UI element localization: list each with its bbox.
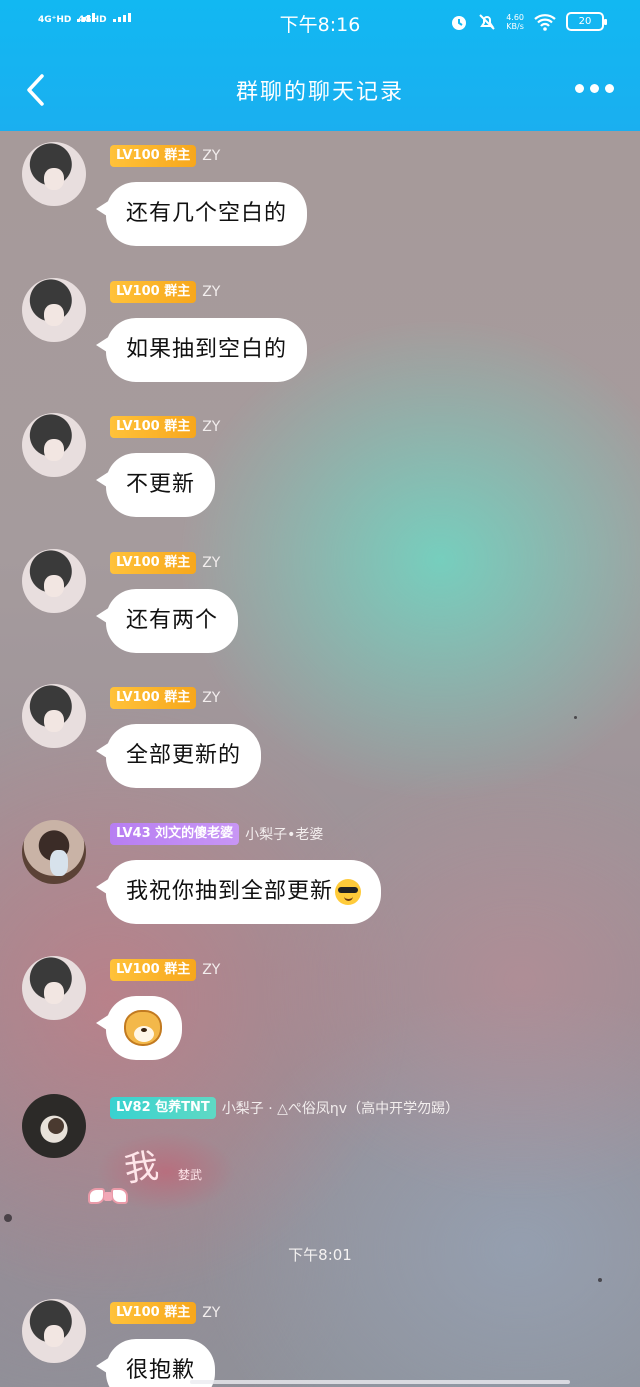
message-item: LV100 群主 ZY 如果抽到空白的 xyxy=(0,268,640,398)
sender-name[interactable]: ZY xyxy=(202,555,220,571)
message-item: LV100 群主 ZY 还有几个空白的 xyxy=(0,132,640,262)
message-item: LV82 包养TNT 小梨子 · △ぺ俗凤ηv（高中开学勿踢） 我 婪武 xyxy=(0,1084,640,1234)
level-badge: LV43 刘文的傻老婆 xyxy=(110,823,240,845)
level-badge: LV100 群主 xyxy=(110,281,197,303)
background-speck xyxy=(574,716,577,719)
battery-icon: 20 xyxy=(566,12,607,31)
level-badge: LV100 群主 xyxy=(110,959,197,981)
sender-name[interactable]: ZY xyxy=(202,690,220,706)
avatar[interactable] xyxy=(22,278,86,342)
page-title: 群聊的聊天记录 xyxy=(235,80,404,105)
sender-name[interactable]: ZY xyxy=(202,148,220,164)
bow-icon xyxy=(88,1184,128,1210)
message-item: LV100 群主 ZY 不更新 xyxy=(0,403,640,533)
sticker-bubble[interactable] xyxy=(96,996,182,1060)
net-speed-unit: KB/s xyxy=(506,21,524,31)
sender-name[interactable]: ZY xyxy=(202,962,220,978)
background-speck xyxy=(598,1278,602,1282)
sender-name[interactable]: 小梨子 · △ぺ俗凤ηv（高中开学勿踢） xyxy=(222,1098,459,1118)
avatar[interactable] xyxy=(22,1094,86,1158)
top-bar: 4G⁺HD 4GHD 下午8:16 4.60 KB/s 20 群聊的聊天记录 xyxy=(0,0,640,131)
sender-name[interactable]: 小梨子•老婆 xyxy=(245,824,323,844)
message-item: LV100 群主 ZY 还有两个 xyxy=(0,539,640,669)
battery-level: 20 xyxy=(578,16,592,27)
sunglasses-emoji-icon xyxy=(335,879,362,905)
sender-name[interactable]: ZY xyxy=(202,1305,220,1321)
avatar[interactable] xyxy=(22,549,86,613)
avatar[interactable] xyxy=(22,820,86,884)
level-badge: LV100 群主 xyxy=(110,1302,197,1324)
sender-name[interactable]: ZY xyxy=(202,419,220,435)
wifi-icon xyxy=(534,13,556,31)
message-bubble[interactable]: 还有两个 xyxy=(95,589,239,653)
message-bubble[interactable]: 不更新 xyxy=(95,453,216,517)
level-badge: LV100 群主 xyxy=(110,416,197,438)
avatar[interactable] xyxy=(22,413,86,477)
message-item: LV43 刘文的傻老婆 小梨子•老婆 我祝你抽到全部更新 xyxy=(0,810,640,940)
bell-off-icon xyxy=(479,13,495,30)
message-item: LV100 群主 ZY 很抱歉 xyxy=(0,1289,640,1387)
background-speck xyxy=(4,1214,12,1222)
net-speed: 4.60 KB/s xyxy=(506,13,524,31)
alarm-icon xyxy=(452,15,467,30)
message-text: 我祝你抽到全部更新 xyxy=(126,879,334,904)
level-badge: LV100 群主 xyxy=(110,687,197,709)
message-bubble[interactable]: 还有几个空白的 xyxy=(95,182,308,246)
time-divider: 下午8:01 xyxy=(288,1246,352,1264)
message-bubble[interactable]: 我祝你抽到全部更新 xyxy=(95,860,382,924)
avatar[interactable] xyxy=(22,956,86,1020)
avatar[interactable] xyxy=(22,684,86,748)
avatar[interactable] xyxy=(22,1299,86,1363)
more-dots-icon[interactable] xyxy=(575,84,614,93)
avatar[interactable] xyxy=(22,142,86,206)
message-item: LV100 群主 ZY xyxy=(0,946,640,1076)
shiba-sticker-icon xyxy=(124,1010,162,1046)
status-bar: 4G⁺HD 4GHD 下午8:16 4.60 KB/s 20 xyxy=(0,0,640,46)
level-badge: LV82 包养TNT xyxy=(110,1097,216,1119)
sticker-text-small: 婪武 xyxy=(178,1168,203,1182)
message-item: LV100 群主 ZY 全部更新的 xyxy=(0,674,640,804)
message-bubble[interactable]: 全部更新的 xyxy=(95,724,262,788)
message-bubble[interactable]: 如果抽到空白的 xyxy=(95,318,308,382)
home-indicator[interactable] xyxy=(190,1380,570,1384)
sender-name[interactable]: ZY xyxy=(202,284,220,300)
level-badge: LV100 群主 xyxy=(110,145,197,167)
level-badge: LV100 群主 xyxy=(110,552,197,574)
net-speed-value: 4.60 xyxy=(506,12,524,22)
